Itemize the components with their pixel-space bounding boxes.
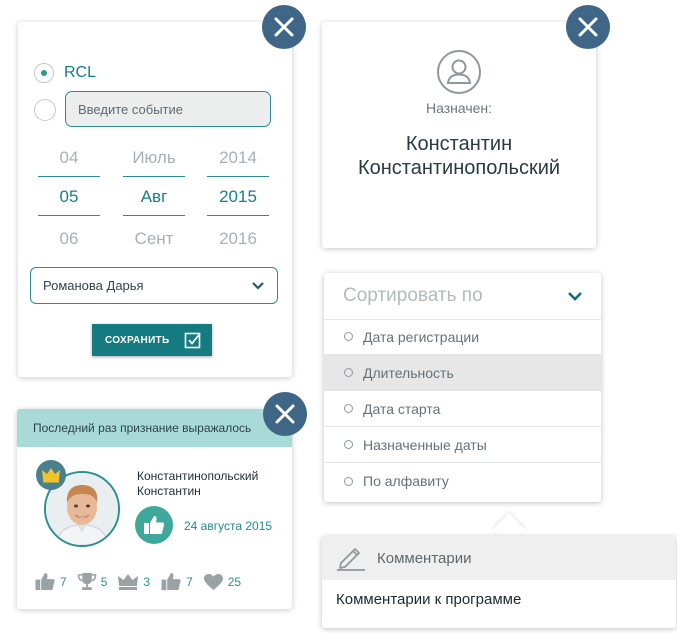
sort-option-label: Дата старта	[363, 400, 441, 417]
close-icon	[578, 17, 598, 37]
thumbs-up-icon	[161, 572, 181, 591]
person-select[interactable]: Романова Дарья	[30, 267, 278, 304]
event-input[interactable]	[65, 91, 271, 127]
thumbs-up-icon	[144, 516, 165, 534]
divider	[207, 215, 269, 216]
person-select-value: Романова Дарья	[43, 278, 144, 293]
save-button[interactable]: СОХРАНИТЬ	[92, 324, 212, 356]
sort-option-assigned-dates[interactable]: Назначенные даты	[324, 427, 601, 463]
day-prev[interactable]: 04	[38, 148, 100, 168]
crown-badge	[36, 460, 66, 490]
divider	[207, 176, 269, 177]
stat-likes[interactable]: 7	[34, 572, 67, 591]
month-column[interactable]: Июль Авг Сент	[123, 142, 185, 248]
heart-icon	[203, 573, 223, 590]
year-prev[interactable]: 2014	[207, 148, 269, 168]
year-selected[interactable]: 2015	[207, 187, 269, 207]
assigned-card: Назначен: Константин Константинопольский	[322, 22, 596, 248]
year-column[interactable]: 2014 2015 2016	[207, 142, 269, 248]
stat-trophies[interactable]: 5	[77, 572, 108, 591]
radio-button-selected[interactable]	[34, 63, 54, 83]
divider	[123, 176, 185, 177]
recognition-header: Последний раз признание выражалось	[17, 409, 292, 447]
radio-custom-event[interactable]	[34, 99, 56, 121]
radio-rcl-label: RCL	[64, 64, 97, 81]
recognition-date: 24 августа 2015	[184, 519, 273, 533]
save-button-label: СОХРАНИТЬ	[105, 334, 170, 346]
crown-icon	[42, 468, 60, 483]
recognized-name-line-1: Константинопольский	[137, 469, 259, 483]
close-icon	[274, 17, 294, 37]
recognition-card: Последний раз признание выражалось Конст…	[17, 409, 292, 609]
bullet-icon	[344, 440, 353, 449]
sort-dropdown-toggle[interactable]: Сортировать по	[324, 273, 601, 320]
day-column[interactable]: 04 05 06	[38, 142, 100, 248]
bullet-icon	[344, 476, 353, 486]
chevron-down-icon	[252, 282, 264, 290]
month-next[interactable]: Сент	[123, 229, 185, 249]
chevron-down-icon	[568, 292, 582, 301]
checkbox-check-icon	[184, 332, 201, 349]
assigned-name-line-2: Константинопольский	[357, 157, 561, 179]
sort-option-start-date[interactable]: Дата старта	[324, 391, 601, 427]
sort-option-label: По алфавиту	[363, 473, 449, 489]
divider	[38, 176, 100, 177]
stat-value: 5	[100, 574, 108, 589]
assigned-name-line-1: Константин	[405, 133, 513, 155]
assigned-person-name: Константин Константинопольский	[322, 132, 596, 180]
stat-hearts[interactable]: 25	[203, 573, 241, 591]
radio-button-empty[interactable]	[34, 99, 56, 121]
divider	[38, 215, 100, 216]
recognized-person-name[interactable]: Константинопольский Константин	[137, 469, 287, 499]
sort-dropdown: Сортировать по Дата регистрации Длительн…	[324, 273, 601, 502]
sort-option-registration-date[interactable]: Дата регистрации	[324, 319, 601, 355]
bullet-icon	[344, 404, 353, 413]
bullet-icon	[344, 368, 353, 377]
sort-option-label: Длительность	[363, 364, 454, 381]
day-selected[interactable]: 05	[38, 187, 100, 207]
stat-value: 7	[60, 574, 67, 589]
comments-header: Комментарии	[322, 536, 676, 580]
event-card: RCL 04 05 06 Июль Авг Сент 2014 2015 201…	[18, 22, 292, 377]
close-button-assigned-card[interactable]	[566, 5, 610, 49]
stat-likes-2[interactable]: 7	[160, 572, 193, 591]
month-selected[interactable]: Авг	[123, 187, 185, 207]
sort-dropdown-title: Сортировать по	[343, 285, 483, 306]
close-icon	[275, 404, 295, 424]
radio-rcl[interactable]: RCL	[34, 63, 96, 83]
sort-option-duration[interactable]: Длительность	[324, 355, 601, 391]
comments-body: Комментарии к программе	[336, 591, 522, 608]
stat-value: 3	[143, 574, 151, 589]
sort-option-alphabetical[interactable]: По алфавиту	[324, 463, 601, 499]
close-button-recognition-card[interactable]	[263, 392, 307, 436]
stat-value: 25	[227, 574, 242, 589]
sort-option-label: Дата регистрации	[363, 328, 480, 345]
stat-value: 7	[186, 574, 193, 589]
sort-option-label: Назначенные даты	[363, 436, 487, 453]
bullet-icon	[344, 332, 353, 341]
crown-icon	[118, 573, 139, 590]
day-next[interactable]: 06	[38, 229, 100, 249]
comments-card: Комментарии Комментарии к программе	[322, 536, 676, 628]
like-button[interactable]	[135, 506, 173, 544]
divider	[123, 215, 185, 216]
year-next[interactable]: 2016	[207, 229, 269, 249]
user-icon	[437, 50, 481, 94]
stat-crowns[interactable]: 3	[117, 573, 150, 591]
month-prev[interactable]: Июль	[123, 148, 185, 168]
recognition-header-text: Последний раз признание выражалось	[33, 421, 252, 435]
trophy-icon	[77, 572, 96, 591]
comments-title: Комментарии	[377, 549, 472, 567]
pencil-icon	[337, 548, 365, 571]
assigned-label: Назначен:	[425, 100, 493, 116]
recognized-name-line-2: Константин	[137, 484, 201, 498]
thumbs-up-icon	[35, 572, 55, 591]
recognition-stats: 7 5 3 7 25	[34, 572, 251, 591]
close-button-event-card[interactable]	[262, 5, 306, 49]
